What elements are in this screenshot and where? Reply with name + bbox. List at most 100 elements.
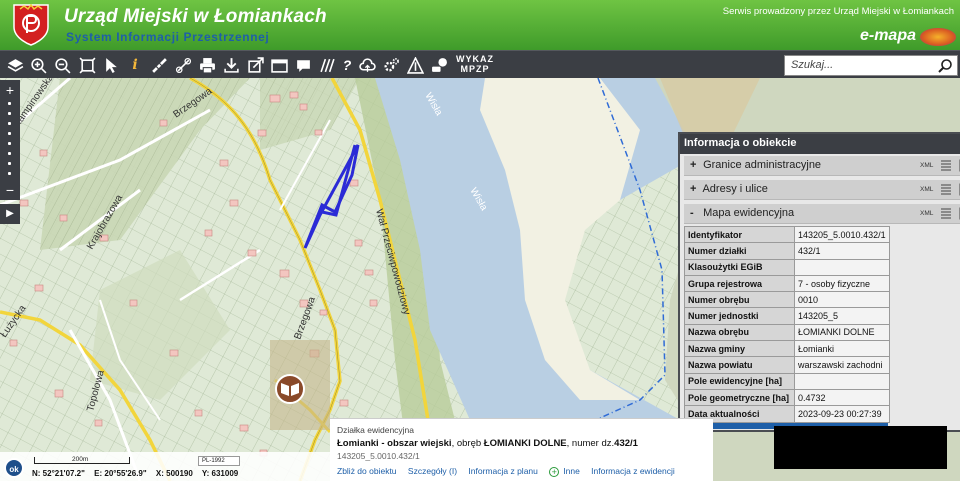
list-icon[interactable] <box>941 208 951 219</box>
wykaz-label: WYKAZ <box>456 54 494 64</box>
list-icon[interactable] <box>941 160 951 171</box>
section-label: Mapa ewidencyjna <box>703 207 795 219</box>
measure-icon[interactable] <box>149 54 169 76</box>
select-arrow-icon[interactable] <box>101 54 121 76</box>
print-icon[interactable] <box>197 54 217 76</box>
parcel-id: 143205_5.0010.432/1 <box>337 451 420 461</box>
cloud-upload-icon[interactable] <box>357 54 377 76</box>
zoom-level-dot[interactable] <box>8 162 11 165</box>
crs-select[interactable]: PL-1992 <box>198 456 240 466</box>
table-row: Numer działki 432/1 <box>684 242 890 260</box>
redacted-area <box>774 426 947 469</box>
search-input[interactable]: Szukaj... <box>784 55 958 76</box>
attr-value: 432/1 <box>794 242 890 260</box>
attr-key: Nazwa gminy <box>684 340 795 358</box>
section-adresy[interactable]: + Adresy i ulice XML <box>684 180 960 200</box>
table-row: Grupa rejestrowa 7 - osoby fizyczne <box>684 274 890 293</box>
details-link[interactable]: Szczegóły (I) <box>408 466 457 476</box>
list-icon[interactable] <box>941 184 951 195</box>
table-row: Nazwa powiatu warszawski zachodni <box>684 356 890 374</box>
collapse-icon: - <box>690 207 694 219</box>
attr-value: Łomianki <box>794 340 890 358</box>
zoom-out-icon[interactable] <box>52 54 72 76</box>
table-row: Klasoużytki EGiB <box>684 258 890 276</box>
attr-key: Numer obrębu <box>684 291 795 309</box>
zoom-in-icon[interactable] <box>28 54 48 76</box>
zoom-extent-icon[interactable] <box>77 54 97 76</box>
attr-value <box>794 372 890 390</box>
section-label: Granice administracyjne <box>703 159 822 171</box>
coordinates-readout: N: 52°21'07.2" E: 20°55'26.9" X: 500190 … <box>32 469 245 478</box>
app-header: Urząd Miejski w Łomiankach System Inform… <box>0 0 960 50</box>
zoom-to-object-link[interactable]: Zbliż do obiektu <box>337 466 397 476</box>
attr-key: Grupa rejestrowa <box>684 274 795 293</box>
hatch-icon[interactable] <box>317 54 337 76</box>
layers-icon[interactable] <box>5 54 25 76</box>
attr-key: Identyfikator <box>684 225 795 244</box>
table-row: Pole geometryczne [ha] 0.4732 <box>684 388 890 407</box>
annotation-icon[interactable] <box>429 54 449 76</box>
attr-key: Nazwa obrębu <box>684 323 795 342</box>
other-link[interactable]: Inne <box>563 466 580 476</box>
zoom-level-dot[interactable] <box>8 112 11 115</box>
zoom-level-dot[interactable] <box>8 172 11 175</box>
attr-value <box>794 258 890 276</box>
zoom-level-dot[interactable] <box>8 102 11 105</box>
section-mapa-ewidencyjna[interactable]: - Mapa ewidencyjna XML <box>684 204 960 224</box>
search-icon[interactable] <box>937 58 953 74</box>
parcel-text: , obręb <box>451 438 484 449</box>
coord-e: E: 20°55'26.9" <box>94 469 147 478</box>
parcel-actions: Zbliż do obiektu Szczegóły (I) Informacj… <box>337 466 684 477</box>
zoom-level-dot[interactable] <box>8 132 11 135</box>
service-note: Serwis prowadzony przez Urząd Miejski w … <box>722 6 954 17</box>
section-granice[interactable]: + Granice administracyjne XML <box>684 156 960 176</box>
parcel-description: Łomianki - obszar wiejski, obręb ŁOMIANK… <box>337 438 706 449</box>
parcel-text: , numer dz. <box>566 438 615 449</box>
registry-info-link[interactable]: Informacja z ewidencji <box>591 466 675 476</box>
export-icon[interactable] <box>245 54 265 76</box>
parcel-type: Działka ewidencyjna <box>337 425 415 435</box>
table-row: Numer obrębu 0010 <box>684 291 890 309</box>
plus-circle-icon[interactable]: + <box>549 467 560 477</box>
coord-y: Y: 631009 <box>201 469 239 478</box>
window-icon[interactable] <box>269 54 289 76</box>
xml-export-button[interactable]: XML <box>920 162 933 169</box>
zoom-level-dot[interactable] <box>8 152 11 155</box>
crs-value: PL-1992 <box>202 458 225 464</box>
download-icon[interactable] <box>221 54 241 76</box>
xml-export-button[interactable]: XML <box>920 186 933 193</box>
link-icon[interactable] <box>173 54 193 76</box>
attr-value: 7 - osoby fizyczne <box>794 274 890 293</box>
zoom-in-button[interactable]: + <box>0 83 20 97</box>
attr-value: 2023-09-23 00:27:39 <box>794 405 890 423</box>
zoom-out-button[interactable]: − <box>0 183 20 197</box>
ok-button[interactable]: ok <box>4 458 24 478</box>
parcel-summary-card: Działka ewidencyjna Łomianki - obszar wi… <box>330 418 713 481</box>
attr-value: 0.4732 <box>794 388 890 407</box>
route-icon[interactable] <box>405 54 425 76</box>
attr-key: Pole geometryczne [ha] <box>684 388 795 407</box>
table-row: Numer jednostki 143205_5 <box>684 307 890 325</box>
zoom-level-dot[interactable] <box>8 122 11 125</box>
panel-title: Informacja o obiekcie <box>680 134 960 154</box>
attr-key: Numer działki <box>684 242 795 260</box>
wykaz-mpzp-button[interactable]: WYKAZ MPZP <box>456 54 494 74</box>
map-toolbar: i ? WYKAZ MPZP Szukaj... <box>0 50 960 78</box>
attr-key: Numer jednostki <box>684 307 795 325</box>
attr-key: Nazwa powiatu <box>684 356 795 374</box>
plan-info-link[interactable]: Informacja z planu <box>468 466 537 476</box>
table-row: Data aktualności 2023-09-23 00:27:39 <box>684 405 890 423</box>
search-placeholder: Szukaj... <box>791 59 834 71</box>
parcel-number: 432/1 <box>614 438 638 449</box>
object-info-panel: Informacja o obiekcie + Granice administ… <box>678 132 960 432</box>
xml-export-button[interactable]: XML <box>920 210 933 217</box>
settings-icon[interactable] <box>381 54 401 76</box>
parcel-area-name: Łomianki - obszar wiejski <box>337 438 452 449</box>
help-icon[interactable]: ? <box>337 54 357 76</box>
coord-x: X: 500190 <box>155 469 193 478</box>
expand-panel-button[interactable]: ▶ <box>0 204 20 224</box>
comment-icon[interactable] <box>293 54 313 76</box>
zoom-level-dot[interactable] <box>8 142 11 145</box>
info-icon[interactable]: i <box>125 54 145 76</box>
page-subtitle: System Informacji Przestrzennej <box>66 30 270 44</box>
